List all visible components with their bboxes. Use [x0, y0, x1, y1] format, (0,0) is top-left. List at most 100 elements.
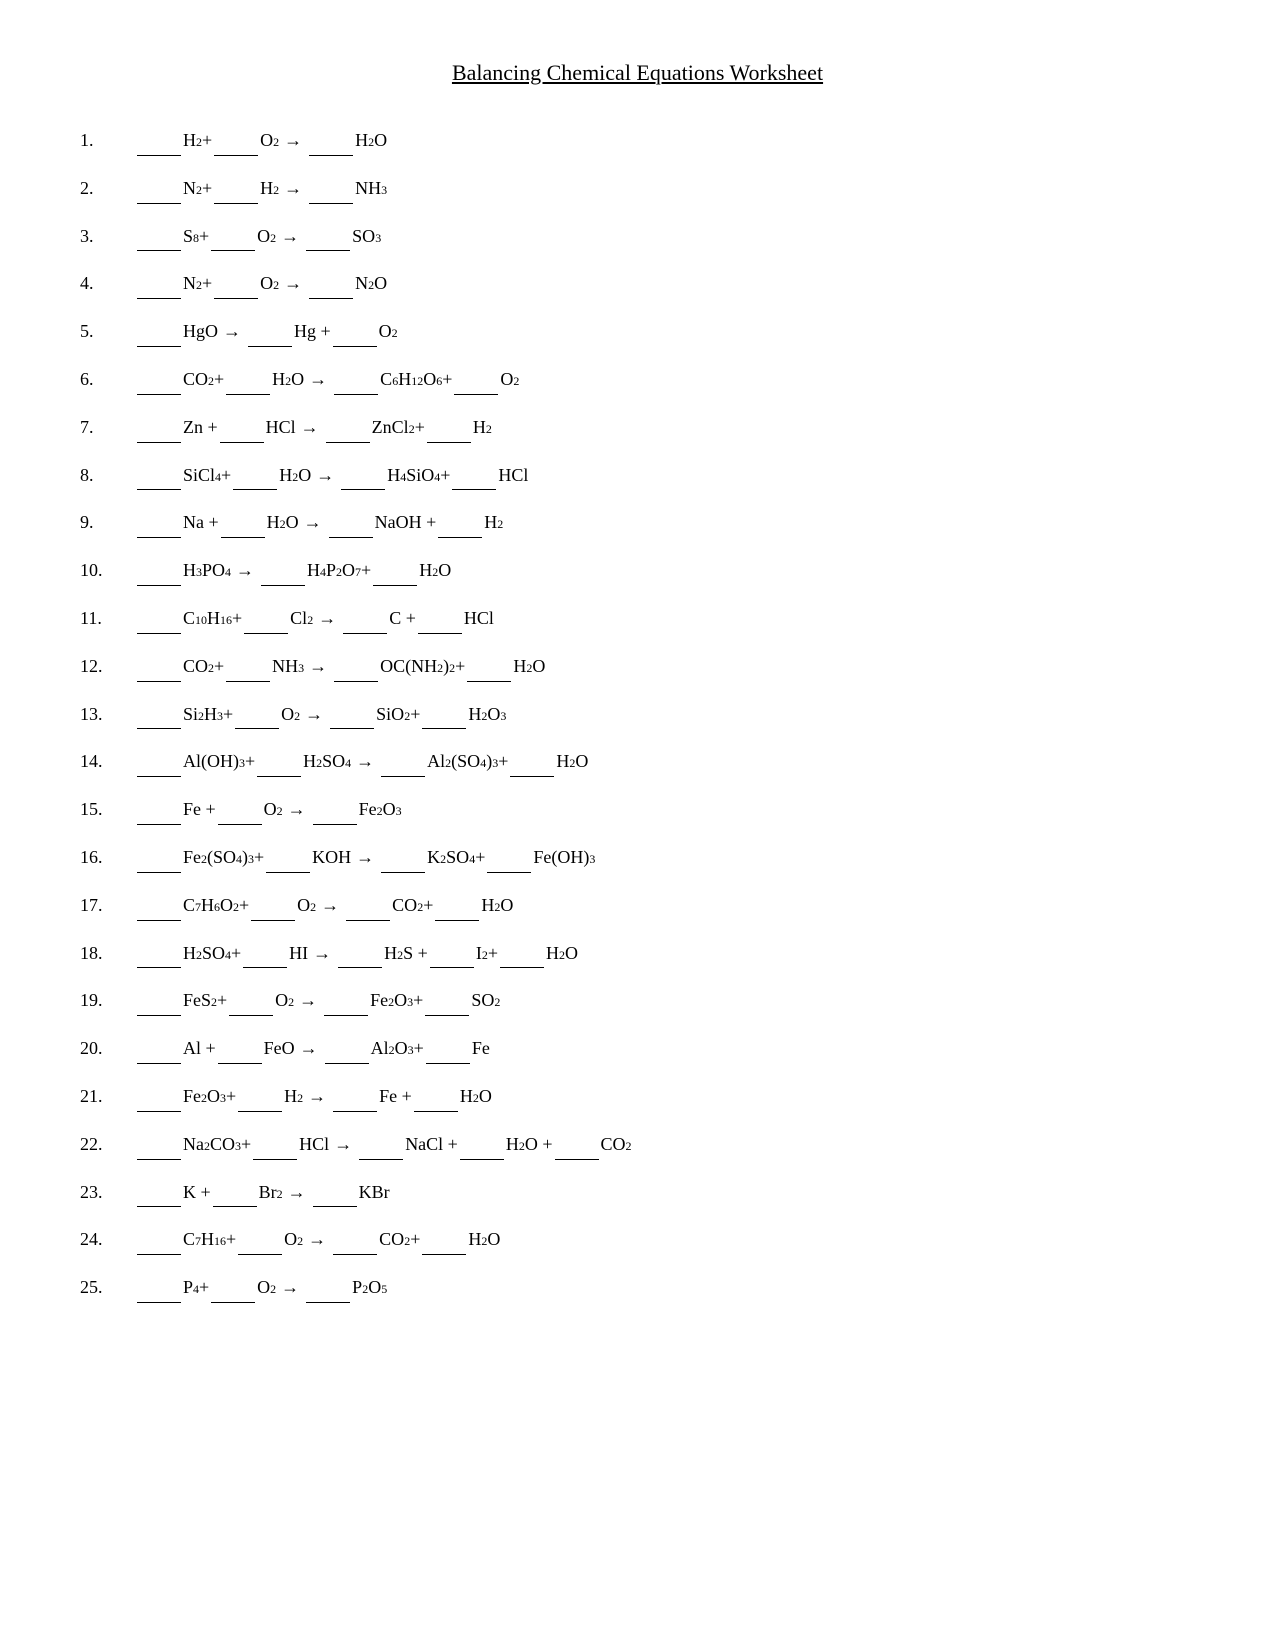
blank-field[interactable] — [218, 1034, 262, 1064]
blank-field[interactable] — [452, 461, 496, 491]
blank-field[interactable] — [218, 795, 262, 825]
equation-row: 21. Fe2O3 + H2 → Fe + H2O — [80, 1082, 1195, 1112]
blank-field[interactable] — [229, 986, 273, 1016]
blank-field[interactable] — [325, 1034, 369, 1064]
blank-field[interactable] — [334, 365, 378, 395]
blank-field[interactable] — [414, 1082, 458, 1112]
blank-field[interactable] — [233, 461, 277, 491]
blank-field[interactable] — [467, 652, 511, 682]
blank-field[interactable] — [137, 700, 181, 730]
blank-field[interactable] — [137, 1273, 181, 1303]
blank-field[interactable] — [244, 604, 288, 634]
blank-field[interactable] — [381, 747, 425, 777]
blank-field[interactable] — [454, 365, 498, 395]
blank-field[interactable] — [137, 461, 181, 491]
equation-body: H3PO4 → H4P2O7 + H2O — [135, 556, 451, 586]
blank-field[interactable] — [251, 891, 295, 921]
blank-field[interactable] — [313, 795, 357, 825]
blank-field[interactable] — [341, 461, 385, 491]
blank-field[interactable] — [422, 1225, 466, 1255]
blank-field[interactable] — [137, 652, 181, 682]
blank-field[interactable] — [137, 1130, 181, 1160]
blank-field[interactable] — [510, 747, 554, 777]
blank-field[interactable] — [555, 1130, 599, 1160]
blank-field[interactable] — [238, 1225, 282, 1255]
blank-field[interactable] — [214, 269, 258, 299]
blank-field[interactable] — [137, 939, 181, 969]
blank-field[interactable] — [137, 365, 181, 395]
blank-field[interactable] — [330, 700, 374, 730]
blank-field[interactable] — [333, 1225, 377, 1255]
blank-field[interactable] — [137, 269, 181, 299]
blank-field[interactable] — [137, 556, 181, 586]
blank-field[interactable] — [435, 891, 479, 921]
blank-field[interactable] — [261, 556, 305, 586]
blank-field[interactable] — [326, 413, 370, 443]
blank-field[interactable] — [306, 222, 350, 252]
blank-field[interactable] — [359, 1130, 403, 1160]
blank-field[interactable] — [235, 700, 279, 730]
arrow-icon: → — [236, 556, 254, 585]
blank-field[interactable] — [211, 1273, 255, 1303]
blank-field[interactable] — [137, 413, 181, 443]
blank-field[interactable] — [214, 174, 258, 204]
blank-field[interactable] — [137, 604, 181, 634]
blank-field[interactable] — [214, 126, 258, 156]
blank-field[interactable] — [266, 843, 310, 873]
blank-field[interactable] — [137, 222, 181, 252]
blank-field[interactable] — [373, 556, 417, 586]
blank-field[interactable] — [238, 1082, 282, 1112]
blank-field[interactable] — [137, 1178, 181, 1208]
blank-field[interactable] — [418, 604, 462, 634]
blank-field[interactable] — [346, 891, 390, 921]
blank-field[interactable] — [425, 986, 469, 1016]
blank-field[interactable] — [220, 413, 264, 443]
blank-field[interactable] — [226, 652, 270, 682]
blank-field[interactable] — [422, 700, 466, 730]
blank-field[interactable] — [137, 795, 181, 825]
blank-field[interactable] — [137, 986, 181, 1016]
blank-field[interactable] — [211, 222, 255, 252]
blank-field[interactable] — [487, 843, 531, 873]
blank-field[interactable] — [306, 1273, 350, 1303]
blank-field[interactable] — [137, 1082, 181, 1112]
blank-field[interactable] — [137, 126, 181, 156]
blank-field[interactable] — [137, 1225, 181, 1255]
blank-field[interactable] — [253, 1130, 297, 1160]
blank-field[interactable] — [426, 1034, 470, 1064]
blank-field[interactable] — [226, 365, 270, 395]
blank-field[interactable] — [334, 652, 378, 682]
arrow-icon: → — [316, 461, 334, 490]
blank-field[interactable] — [137, 174, 181, 204]
arrow-icon: → — [288, 1178, 306, 1207]
equation-body: C7H16 + O2 → CO2 + H2O — [135, 1225, 500, 1255]
blank-field[interactable] — [313, 1178, 357, 1208]
blank-field[interactable] — [137, 843, 181, 873]
blank-field[interactable] — [137, 891, 181, 921]
equation-number: 16. — [80, 843, 135, 872]
blank-field[interactable] — [137, 508, 181, 538]
blank-field[interactable] — [137, 1034, 181, 1064]
blank-field[interactable] — [430, 939, 474, 969]
blank-field[interactable] — [309, 269, 353, 299]
blank-field[interactable] — [329, 508, 373, 538]
blank-field[interactable] — [309, 126, 353, 156]
blank-field[interactable] — [221, 508, 265, 538]
blank-field[interactable] — [333, 317, 377, 347]
blank-field[interactable] — [137, 747, 181, 777]
blank-field[interactable] — [213, 1178, 257, 1208]
blank-field[interactable] — [309, 174, 353, 204]
blank-field[interactable] — [338, 939, 382, 969]
blank-field[interactable] — [324, 986, 368, 1016]
blank-field[interactable] — [343, 604, 387, 634]
blank-field[interactable] — [243, 939, 287, 969]
blank-field[interactable] — [257, 747, 301, 777]
blank-field[interactable] — [248, 317, 292, 347]
blank-field[interactable] — [460, 1130, 504, 1160]
blank-field[interactable] — [333, 1082, 377, 1112]
blank-field[interactable] — [427, 413, 471, 443]
blank-field[interactable] — [137, 317, 181, 347]
blank-field[interactable] — [438, 508, 482, 538]
blank-field[interactable] — [500, 939, 544, 969]
blank-field[interactable] — [381, 843, 425, 873]
